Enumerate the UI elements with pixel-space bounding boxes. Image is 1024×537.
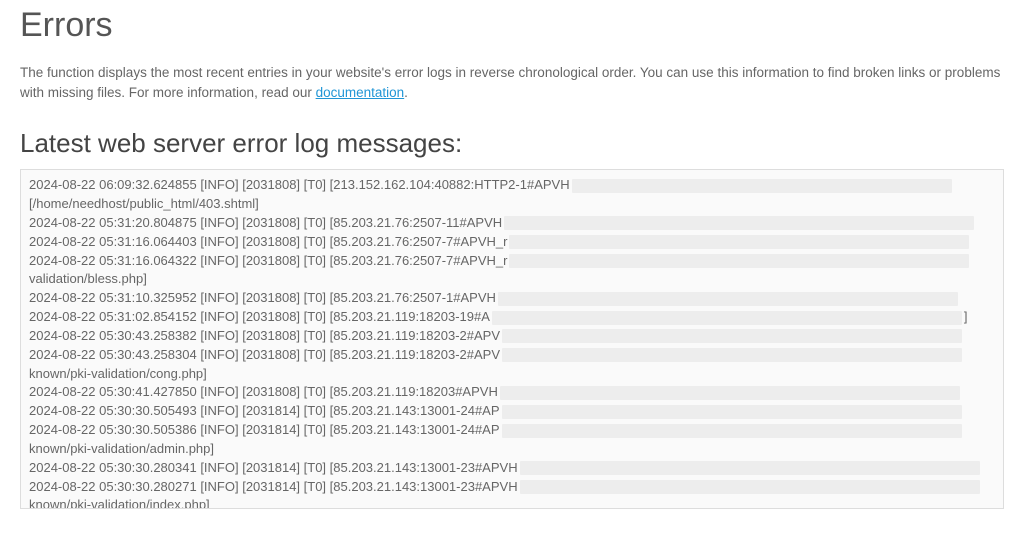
log-line-continuation: [/home/needhost/public_html/403.shtml]	[29, 195, 995, 214]
log-prefix: 2024-08-22 05:31:10.325952 [INFO] [20318…	[29, 290, 496, 305]
log-prefix: 2024-08-22 05:30:30.280341 [INFO] [20318…	[29, 460, 518, 475]
log-prefix: 2024-08-22 05:30:43.258382 [INFO] [20318…	[29, 328, 500, 343]
redacted-region	[509, 254, 969, 268]
log-line: 2024-08-22 06:09:32.624855 [INFO] [20318…	[29, 176, 995, 195]
log-line: 2024-08-22 05:31:10.325952 [INFO] [20318…	[29, 289, 995, 308]
log-prefix: 2024-08-22 06:09:32.624855 [INFO] [20318…	[29, 177, 570, 192]
redacted-region	[520, 461, 980, 475]
log-prefix: 2024-08-22 05:31:16.064322 [INFO] [20318…	[29, 253, 507, 268]
redacted-region	[492, 311, 962, 325]
log-line: 2024-08-22 05:30:30.505386 [INFO] [20318…	[29, 421, 995, 440]
log-prefix: 2024-08-22 05:31:20.804875 [INFO] [20318…	[29, 215, 502, 230]
intro-text: The function displays the most recent en…	[20, 63, 1004, 102]
intro-before: The function displays the most recent en…	[20, 65, 1000, 100]
log-prefix: 2024-08-22 05:31:16.064403 [INFO] [20318…	[29, 234, 507, 249]
log-line: 2024-08-22 05:30:30.280341 [INFO] [20318…	[29, 459, 995, 478]
log-line-continuation: known/pki-validation/admin.php]	[29, 440, 995, 459]
log-line: 2024-08-22 05:31:20.804875 [INFO] [20318…	[29, 214, 995, 233]
redacted-region	[502, 348, 962, 362]
redacted-region	[500, 386, 960, 400]
intro-after: .	[404, 85, 408, 100]
redacted-region	[520, 480, 980, 494]
log-line-continuation: known/pki-validation/index.php]	[29, 496, 995, 509]
log-line: 2024-08-22 05:30:30.505493 [INFO] [20318…	[29, 402, 995, 421]
log-line: 2024-08-22 05:31:02.854152 [INFO] [20318…	[29, 308, 995, 327]
log-line-continuation: validation/bless.php]	[29, 270, 995, 289]
error-log-box[interactable]: 2024-08-22 06:09:32.624855 [INFO] [20318…	[20, 169, 1004, 509]
log-prefix: 2024-08-22 05:30:43.258304 [INFO] [20318…	[29, 347, 500, 362]
redacted-region	[504, 216, 974, 230]
log-prefix: 2024-08-22 05:30:30.505386 [INFO] [20318…	[29, 422, 500, 437]
page-title: Errors	[20, 6, 1004, 45]
log-prefix: 2024-08-22 05:30:30.280271 [INFO] [20318…	[29, 479, 518, 494]
log-line: 2024-08-22 05:30:43.258382 [INFO] [20318…	[29, 327, 995, 346]
documentation-link[interactable]: documentation	[316, 85, 405, 100]
redacted-region	[572, 179, 952, 193]
log-prefix: 2024-08-22 05:30:30.505493 [INFO] [20318…	[29, 403, 500, 418]
redacted-region	[509, 235, 969, 249]
redacted-region	[502, 405, 962, 419]
log-prefix: 2024-08-22 05:30:41.427850 [INFO] [20318…	[29, 384, 498, 399]
redacted-region	[502, 329, 962, 343]
section-title: Latest web server error log messages:	[20, 128, 1004, 159]
log-line: 2024-08-22 05:30:30.280271 [INFO] [20318…	[29, 478, 995, 497]
log-line: 2024-08-22 05:31:16.064403 [INFO] [20318…	[29, 233, 995, 252]
log-line: 2024-08-22 05:30:43.258304 [INFO] [20318…	[29, 346, 995, 365]
redacted-region	[502, 424, 962, 438]
log-trailing: ]	[964, 309, 968, 324]
log-line-continuation: known/pki-validation/cong.php]	[29, 365, 995, 384]
redacted-region	[498, 292, 958, 306]
log-line: 2024-08-22 05:31:16.064322 [INFO] [20318…	[29, 252, 995, 271]
log-prefix: 2024-08-22 05:31:02.854152 [INFO] [20318…	[29, 309, 490, 324]
log-line: 2024-08-22 05:30:41.427850 [INFO] [20318…	[29, 383, 995, 402]
